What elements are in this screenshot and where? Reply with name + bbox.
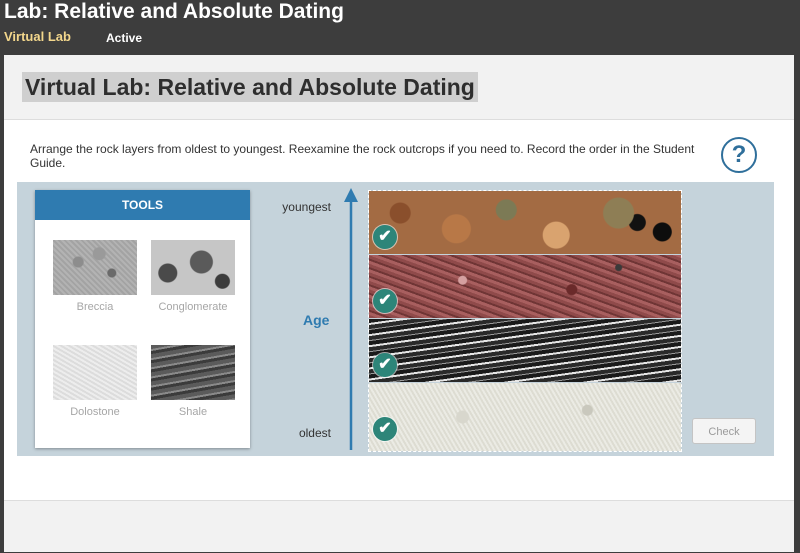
- footer-band: [4, 500, 794, 552]
- check-icon: ✔: [373, 417, 397, 441]
- layer-shale[interactable]: ✔: [369, 319, 681, 382]
- tool-label: Dolostone: [70, 406, 120, 418]
- tool-label: Breccia: [76, 301, 114, 313]
- tool-label: Conglomerate: [158, 301, 228, 313]
- tool-shale[interactable]: Shale: [151, 345, 235, 418]
- conglomerate-image: [151, 240, 235, 295]
- age-arrow-icon: [344, 188, 358, 450]
- lab-title-strip: Virtual Lab: Relative and Absolute Datin…: [4, 55, 794, 120]
- help-icon[interactable]: ?: [721, 137, 757, 173]
- age-axis-title: Age: [303, 312, 330, 328]
- status-badge: Active: [106, 31, 143, 45]
- layer-conglomerate[interactable]: ✔: [369, 191, 681, 254]
- check-icon: ✔: [373, 289, 397, 313]
- tool-breccia[interactable]: Breccia: [53, 240, 137, 313]
- dolostone-image: [53, 345, 137, 400]
- tools-heading: TOOLS: [35, 190, 250, 220]
- layer-breccia[interactable]: ✔: [369, 255, 681, 318]
- lab-title: Virtual Lab: Relative and Absolute Datin…: [22, 72, 478, 102]
- activity-area: TOOLS Breccia Conglomerate Dolostone Sha…: [17, 182, 774, 456]
- app-header: Lab: Relative and Absolute Dating Virtua…: [0, 0, 800, 55]
- check-icon: ✔: [373, 353, 397, 377]
- shale-image: [151, 345, 235, 400]
- check-icon: ✔: [373, 225, 397, 249]
- lab-frame: Virtual Lab: Relative and Absolute Datin…: [4, 55, 794, 552]
- tool-conglomerate[interactable]: Conglomerate: [151, 240, 235, 313]
- age-oldest-label: oldest: [298, 426, 331, 440]
- rock-layer-stack: ✔ ✔ ✔ ✔: [368, 190, 682, 452]
- age-youngest-label: youngest: [282, 200, 331, 214]
- layer-dolostone[interactable]: ✔: [369, 383, 681, 451]
- tools-panel: TOOLS Breccia Conglomerate Dolostone Sha…: [35, 190, 250, 448]
- tool-label: Shale: [178, 406, 208, 418]
- breccia-image: [53, 240, 137, 295]
- activity-type-label: Virtual Lab: [4, 29, 71, 44]
- page-title: Lab: Relative and Absolute Dating: [4, 0, 344, 23]
- instructions-text: Arrange the rock layers from oldest to y…: [30, 142, 695, 170]
- tool-dolostone[interactable]: Dolostone: [53, 345, 137, 418]
- check-button[interactable]: Check: [692, 418, 756, 444]
